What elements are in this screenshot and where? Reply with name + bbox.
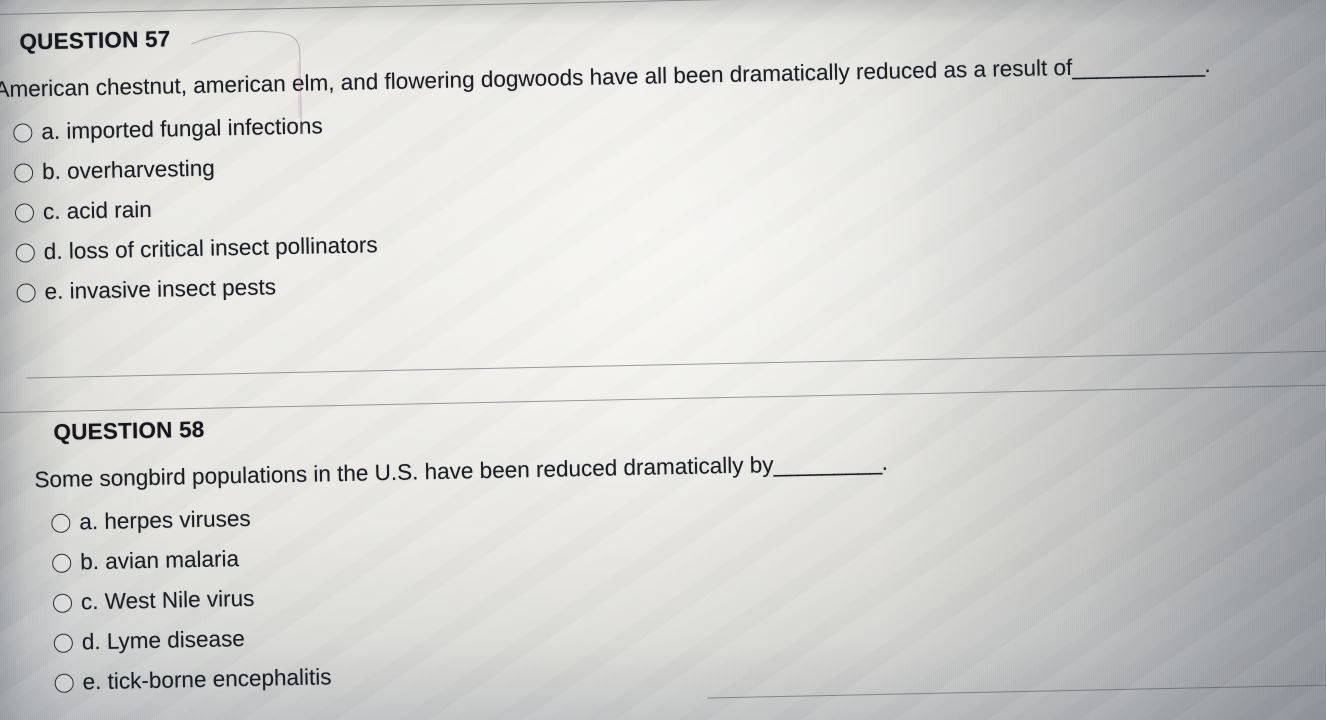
question-58-options: a. herpes viruses b. avian malaria c. We…: [51, 497, 332, 703]
question-57-options: a. imported fungal infections b. overhar…: [13, 105, 379, 312]
option-label: b. overharvesting: [41, 155, 215, 185]
question-57-blank: ___________: [1072, 52, 1205, 80]
radio-button-icon[interactable]: [54, 673, 74, 693]
exam-screenshot: QUESTION 57 American chestnut, american …: [0, 0, 1326, 720]
radio-button-icon[interactable]: [52, 593, 73, 613]
section-divider-middle-upper: [26, 350, 1326, 379]
option-label: d. loss of critical insect pollinators: [43, 232, 378, 265]
radio-button-icon[interactable]: [16, 282, 36, 303]
question-57-stem-text: American chestnut, american elm, and flo…: [0, 54, 1073, 103]
question-block-57: QUESTION 57 American chestnut, american …: [0, 3, 1319, 304]
radio-button-icon[interactable]: [53, 633, 74, 653]
radio-button-icon[interactable]: [51, 513, 71, 533]
option-label: a. imported fungal infections: [41, 113, 323, 145]
radio-button-icon[interactable]: [13, 162, 34, 183]
question-block-58: QUESTION 58 Some songbird populations in…: [34, 394, 1326, 695]
option-row[interactable]: b. avian malaria: [51, 537, 330, 583]
question-58-title: QUESTION 58: [53, 416, 205, 445]
option-label: c. acid rain: [42, 196, 152, 225]
question-57-title: QUESTION 57: [19, 26, 171, 55]
radio-button-icon[interactable]: [14, 202, 35, 223]
question-58-stem-text: Some songbird populations in the U.S. ha…: [34, 452, 774, 493]
question-58-blank: _________: [773, 449, 882, 478]
radio-button-icon[interactable]: [51, 553, 72, 573]
option-label: e. tick-borne encephalitis: [82, 664, 332, 695]
radio-button-icon[interactable]: [13, 122, 33, 143]
radio-button-icon[interactable]: [15, 242, 35, 263]
question-58-stem-period: .: [881, 449, 889, 475]
option-row[interactable]: c. West Nile virus: [52, 577, 331, 623]
option-label: d. Lyme disease: [81, 626, 246, 655]
option-row[interactable]: e. tick-borne encephalitis: [54, 657, 332, 703]
option-label: c. West Nile virus: [80, 585, 255, 615]
option-label: e. invasive insect pests: [44, 274, 277, 305]
option-label: b. avian malaria: [79, 546, 240, 575]
question-58-stem: Some songbird populations in the U.S. ha…: [34, 450, 888, 494]
option-row[interactable]: d. Lyme disease: [53, 617, 331, 663]
question-content-plane: QUESTION 57 American chestnut, american …: [0, 0, 1326, 720]
option-row[interactable]: a. herpes viruses: [51, 497, 329, 543]
question-57-stem: American chestnut, american elm, and flo…: [0, 52, 1211, 103]
option-row[interactable]: e. invasive insect pests: [16, 265, 379, 312]
question-57-stem-period: .: [1204, 52, 1211, 78]
option-label: a. herpes viruses: [79, 505, 251, 535]
